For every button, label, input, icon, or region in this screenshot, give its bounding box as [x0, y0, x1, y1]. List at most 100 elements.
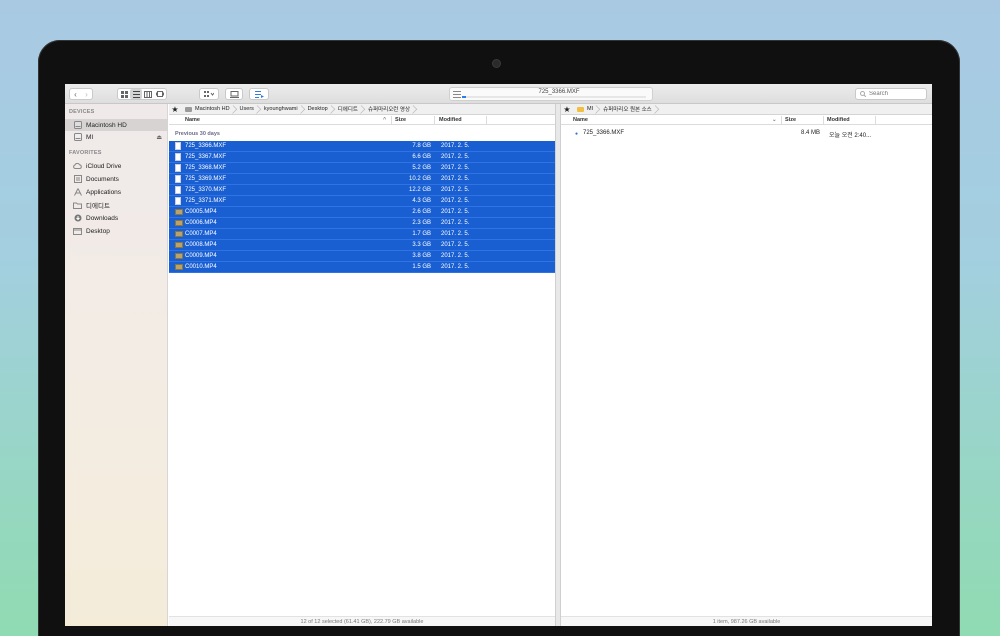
file-modified: 2017. 2. 5. [441, 264, 470, 270]
breadcrumb-item[interactable]: kyounghwami [260, 104, 304, 115]
progress-track [462, 96, 646, 98]
queue-button[interactable] [249, 88, 269, 100]
breadcrumb-label: Macintosh HD [195, 106, 230, 112]
nav-buttons: ‹ › [69, 88, 93, 100]
column-name-header[interactable]: Name [185, 117, 200, 123]
breadcrumb-item[interactable]: 디에디트 [334, 104, 364, 115]
back-icon[interactable]: ‹ [70, 89, 81, 99]
sidebar-item-mi[interactable]: MI ⏏ [65, 131, 168, 143]
connect-button[interactable] [225, 88, 243, 100]
table-row[interactable]: C0009.MP4 3.8 GB 2017. 2. 5. [169, 251, 555, 262]
breadcrumb-label: 디에디트 [337, 107, 358, 113]
file-size: 2.3 GB [412, 220, 431, 226]
table-row[interactable]: 725_3366.MXF 7.8 GB 2017. 2. 5. [169, 141, 555, 152]
table-row[interactable]: C0006.MP4 2.3 GB 2017. 2. 5. [169, 218, 555, 229]
table-row[interactable]: C0008.MP4 3.3 GB 2017. 2. 5. [169, 240, 555, 251]
sort-ascending-icon[interactable]: ^ [383, 117, 386, 123]
sidebar-item-documents[interactable]: Documents [65, 173, 168, 185]
table-row[interactable]: 725_3371.MXF 4.3 GB 2017. 2. 5. [169, 196, 555, 207]
eject-icon[interactable]: ⏏ [156, 134, 162, 141]
file-name: C0008.MP4 [185, 242, 217, 248]
table-row[interactable]: 725_3369.MXF 10.2 GB 2017. 2. 5. [169, 174, 555, 185]
file-modified: 2017. 2. 5. [441, 165, 470, 171]
file-size: 3.3 GB [412, 242, 431, 248]
search-input[interactable] [869, 91, 921, 97]
sidebar-item-desktop[interactable]: Desktop [65, 225, 168, 237]
column-separator [875, 116, 876, 124]
forward-icon[interactable]: › [81, 89, 92, 99]
file-icon [175, 142, 181, 150]
video-file-icon [175, 231, 183, 237]
download-icon [73, 214, 82, 223]
breadcrumb-item[interactable]: 슈퍼마리오 원본 소스 [599, 104, 658, 115]
cloud-icon [73, 162, 82, 171]
column-header: Name ^ Size Modified [169, 115, 555, 125]
file-modified: 2017. 2. 5. [441, 187, 470, 193]
file-modified: 2017. 2. 5. [441, 198, 470, 204]
column-size-header[interactable]: Size [395, 117, 406, 123]
file-name: C0007.MP4 [185, 231, 217, 237]
icon-view-icon[interactable] [118, 89, 130, 99]
file-name: C0009.MP4 [185, 253, 217, 259]
sidebar-item-label: MI [86, 133, 94, 141]
breadcrumb-item[interactable]: Users [236, 104, 260, 115]
progress-filename: 725_3366.MXF [538, 89, 580, 95]
column-separator [391, 116, 392, 124]
column-modified-header[interactable]: Modified [827, 117, 850, 123]
sidebar-item-label: iCloud Drive [86, 162, 122, 170]
table-row[interactable]: 725_3368.MXF 5.2 GB 2017. 2. 5. [169, 163, 555, 174]
sidebar-item-macintosh-hd[interactable]: Macintosh HD [65, 119, 168, 131]
column-name-header[interactable]: Name [573, 117, 588, 123]
table-row[interactable]: ● 725_3366.MXF 8.4 MB 오늘 오전 2:40... [561, 128, 932, 139]
table-row[interactable]: 725_3370.MXF 12.2 GB 2017. 2. 5. [169, 185, 555, 196]
file-size: 1.7 GB [412, 231, 431, 237]
search-icon [860, 91, 866, 97]
group-label: Previous 30 days [175, 131, 220, 137]
list-view-icon[interactable] [130, 89, 142, 99]
column-modified-header[interactable]: Modified [439, 117, 462, 123]
breadcrumb-item[interactable]: Macintosh HD [181, 104, 236, 115]
file-name: 725_3366.MXF [185, 143, 227, 149]
column-separator [823, 116, 824, 124]
queue-icon [254, 90, 264, 98]
arrange-button[interactable] [199, 88, 219, 100]
gallery-view-icon[interactable] [154, 89, 166, 99]
favorite-star-icon[interactable]: ★ [561, 105, 573, 114]
status-bar: 1 item, 987.26 GB available [561, 616, 932, 626]
favorite-star-icon[interactable]: ★ [169, 105, 181, 114]
file-modified: 2017. 2. 5. [441, 253, 470, 259]
sidebar-item-applications[interactable]: Applications [65, 186, 168, 198]
hard-drive-icon [73, 121, 82, 130]
column-view-icon[interactable] [142, 89, 154, 99]
toolbar: ‹ › 725_3366.MXF Search [65, 84, 932, 104]
column-separator [434, 116, 435, 124]
table-row[interactable]: C0010.MP4 1.5 GB 2017. 2. 5. [169, 262, 555, 273]
file-name: 725_3369.MXF [185, 176, 227, 182]
sidebar-item-icloud-drive[interactable]: iCloud Drive [65, 160, 168, 172]
sidebar-item-diedit[interactable]: 디에디트 [65, 199, 168, 211]
search-field[interactable] [855, 88, 927, 100]
file-size: 1.5 GB [412, 264, 431, 270]
file-size: 3.8 GB [412, 253, 431, 259]
video-file-icon [175, 209, 183, 215]
breadcrumb-item[interactable]: MI [573, 104, 599, 115]
file-modified: 2017. 2. 5. [441, 154, 470, 160]
table-row[interactable]: C0005.MP4 2.6 GB 2017. 2. 5. [169, 207, 555, 218]
breadcrumb-label: MI [587, 106, 594, 112]
folder-icon [73, 201, 82, 210]
breadcrumb-item[interactable]: 슈퍼마리오런 영상 [364, 104, 416, 115]
file-icon: ● [575, 131, 579, 137]
folder-icon [577, 106, 584, 112]
column-size-header[interactable]: Size [785, 117, 796, 123]
transfer-progress[interactable]: 725_3366.MXF [449, 87, 653, 101]
sidebar-item-label: Macintosh HD [86, 121, 127, 129]
file-modified: 2017. 2. 5. [441, 143, 470, 149]
sidebar-item-downloads[interactable]: Downloads [65, 212, 168, 224]
chevron-down-icon[interactable]: ⌄ [772, 117, 777, 123]
file-size: 6.6 GB [412, 154, 431, 160]
file-name: C0006.MP4 [185, 220, 217, 226]
table-row[interactable]: C0007.MP4 1.7 GB 2017. 2. 5. [169, 229, 555, 240]
breadcrumb-item[interactable]: Desktop [304, 104, 334, 115]
table-row[interactable]: 725_3367.MXF 6.6 GB 2017. 2. 5. [169, 152, 555, 163]
breadcrumb-label: Desktop [307, 106, 328, 112]
